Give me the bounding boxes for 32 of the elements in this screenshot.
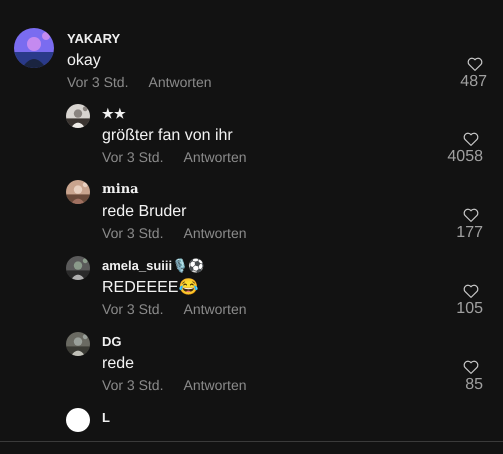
heart-icon[interactable] — [465, 55, 485, 73]
username[interactable]: YAKARY — [67, 31, 487, 47]
like-count: 177 — [456, 224, 483, 242]
username[interactable]: ★★ — [102, 106, 483, 122]
comment-text: rede — [102, 354, 134, 374]
timestamp: Vor 3 Std. — [67, 73, 128, 91]
timestamp: Vor 3 Std. — [102, 300, 164, 318]
reply-button[interactable]: Antworten — [183, 148, 247, 166]
timestamp: Vor 3 Std. — [102, 376, 164, 394]
like-count: 85 — [465, 376, 483, 394]
avatar[interactable] — [66, 408, 90, 432]
like-count: 4058 — [447, 148, 483, 166]
reply-button[interactable]: Antworten — [183, 376, 247, 394]
heart-icon[interactable] — [461, 130, 481, 148]
like-count: 105 — [456, 300, 483, 318]
timestamp: Vor 3 Std. — [102, 224, 164, 242]
username[interactable]: DG — [102, 334, 483, 350]
comment-text: REDEEEE😂 — [102, 278, 198, 298]
heart-icon[interactable] — [461, 206, 481, 224]
heart-icon[interactable] — [461, 358, 481, 376]
username[interactable]: amela_suiii🎙⚽ — [102, 258, 483, 274]
reply-button[interactable]: Antworten — [148, 73, 212, 91]
like-count: 487 — [460, 73, 487, 91]
comment-text: rede Bruder — [102, 202, 186, 222]
username[interactable]: mina — [102, 182, 483, 198]
comment-text: größter fan von ihr — [102, 126, 233, 146]
heart-icon[interactable] — [461, 282, 481, 300]
reply-button[interactable]: Antworten — [183, 224, 247, 242]
timestamp: Vor 3 Std. — [102, 148, 164, 166]
username[interactable]: L — [102, 410, 483, 426]
comment-text: okay — [67, 51, 101, 71]
reply-button[interactable]: Antworten — [183, 300, 247, 318]
